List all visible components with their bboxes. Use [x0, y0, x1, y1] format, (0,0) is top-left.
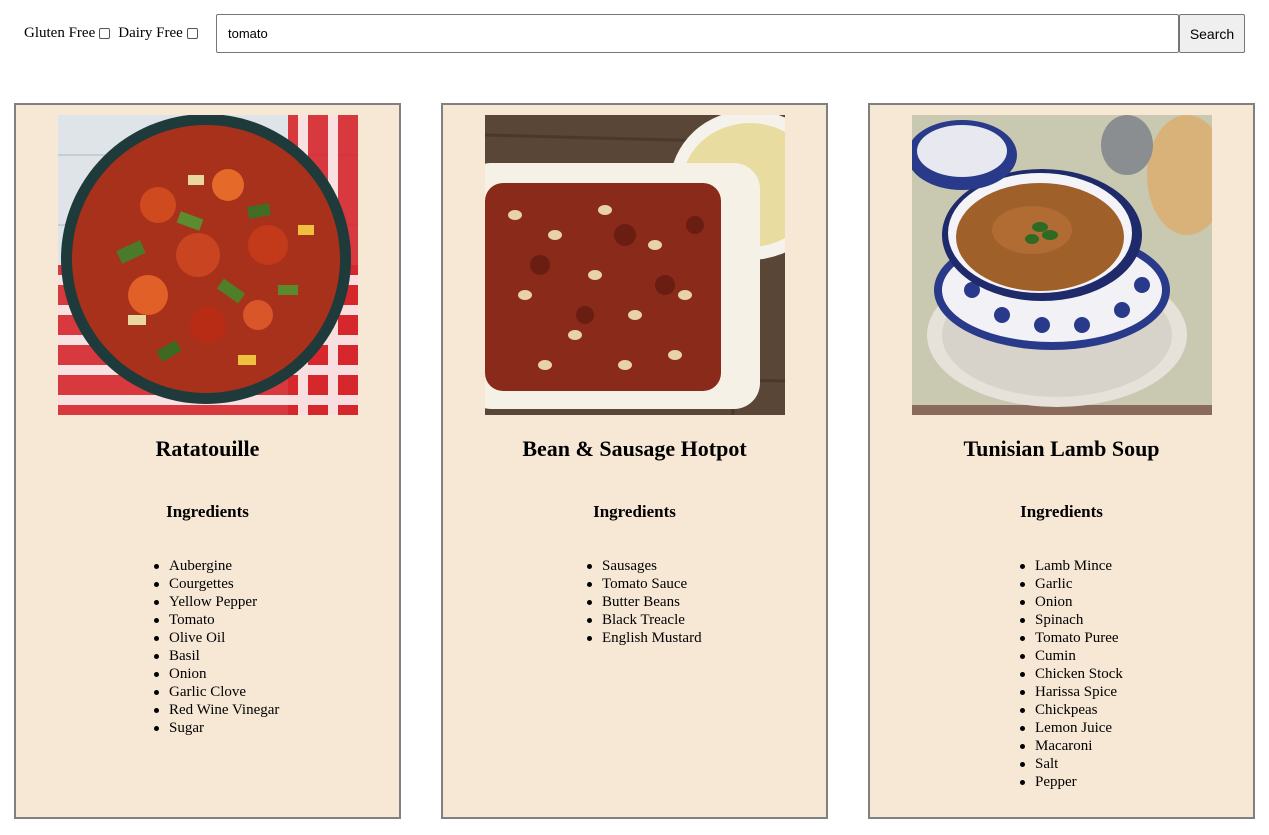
ingredient-item: Lemon Juice [1020, 719, 1123, 737]
ingredient-item: Garlic [1020, 575, 1123, 593]
gluten-free-label: Gluten Free [24, 25, 96, 41]
recipe-card-tunisian-lamb-soup: Tunisian Lamb Soup Ingredients Lamb Minc… [868, 103, 1255, 819]
ingredient-item: Spinach [1020, 611, 1123, 629]
ingredients-list: Aubergine Courgettes Yellow Pepper Tomat… [153, 557, 280, 737]
dairy-free-filter[interactable]: Dairy Free [118, 25, 198, 42]
gluten-free-filter[interactable]: Gluten Free [24, 25, 111, 42]
ingredient-item: Cumin [1020, 647, 1123, 665]
ingredient-item: Sausages [587, 557, 702, 575]
ingredient-item: Macaroni [1020, 737, 1123, 755]
ingredients-heading: Ingredients [593, 502, 676, 521]
search-button[interactable]: Search [1179, 14, 1245, 53]
gluten-free-checkbox[interactable] [99, 28, 111, 39]
ingredient-item: Aubergine [153, 557, 279, 575]
ingredient-item: Onion [153, 665, 279, 683]
ingredients-list: Sausages Tomato Sauce Butter Beans Black… [587, 557, 702, 647]
ingredient-item: Tomato Puree [1020, 629, 1123, 647]
filter-bar: Gluten Free Dairy Free Search [0, 14, 1269, 53]
recipe-image-bean-sausage-hotpot [485, 115, 785, 415]
ingredient-item: Black Treacle [587, 611, 702, 629]
ingredients-list: Lamb Mince Garlic Onion Spinach Tomato P… [1020, 557, 1123, 791]
ingredient-item: Lamb Mince [1020, 557, 1123, 575]
ingredient-item: Sugar [153, 719, 279, 737]
ingredient-item: Yellow Pepper [153, 593, 279, 611]
ingredient-item: Tomato Sauce [587, 575, 702, 593]
search-input[interactable] [216, 14, 1179, 53]
recipe-card-bean-sausage-hotpot: Bean & Sausage Hotpot Ingredients Sausag… [441, 103, 828, 819]
dairy-free-label: Dairy Free [118, 25, 183, 41]
ingredient-item: Garlic Clove [153, 683, 279, 701]
ingredients-heading: Ingredients [166, 502, 249, 521]
ingredient-item: Olive Oil [153, 629, 279, 647]
recipe-card-ratatouille: Ratatouille Ingredients Aubergine Courge… [14, 103, 401, 819]
ingredient-item: Pepper [1020, 773, 1123, 791]
dairy-free-checkbox[interactable] [186, 28, 198, 39]
ingredient-item: Basil [153, 647, 279, 665]
recipe-title: Tunisian Lamb Soup [963, 436, 1160, 461]
ingredient-item: Chickpeas [1020, 701, 1123, 719]
recipe-title: Bean & Sausage Hotpot [522, 436, 747, 461]
ingredient-item: Butter Beans [587, 593, 702, 611]
recipe-image-tunisian-lamb-soup [912, 115, 1212, 415]
recipe-title: Ratatouille [155, 436, 260, 461]
ingredient-item: Tomato [153, 611, 279, 629]
ingredient-item: Onion [1020, 593, 1123, 611]
ingredients-heading: Ingredients [1020, 502, 1103, 521]
ingredient-item: Harissa Spice [1020, 683, 1123, 701]
recipe-image-ratatouille [58, 115, 358, 415]
ingredient-item: Red Wine Vinegar [153, 702, 280, 718]
ingredient-item: Courgettes [153, 575, 279, 593]
ingredient-item: Salt [1020, 755, 1123, 773]
ingredient-item: Chicken Stock [1020, 666, 1123, 682]
ingredient-item: English Mustard [587, 630, 702, 646]
